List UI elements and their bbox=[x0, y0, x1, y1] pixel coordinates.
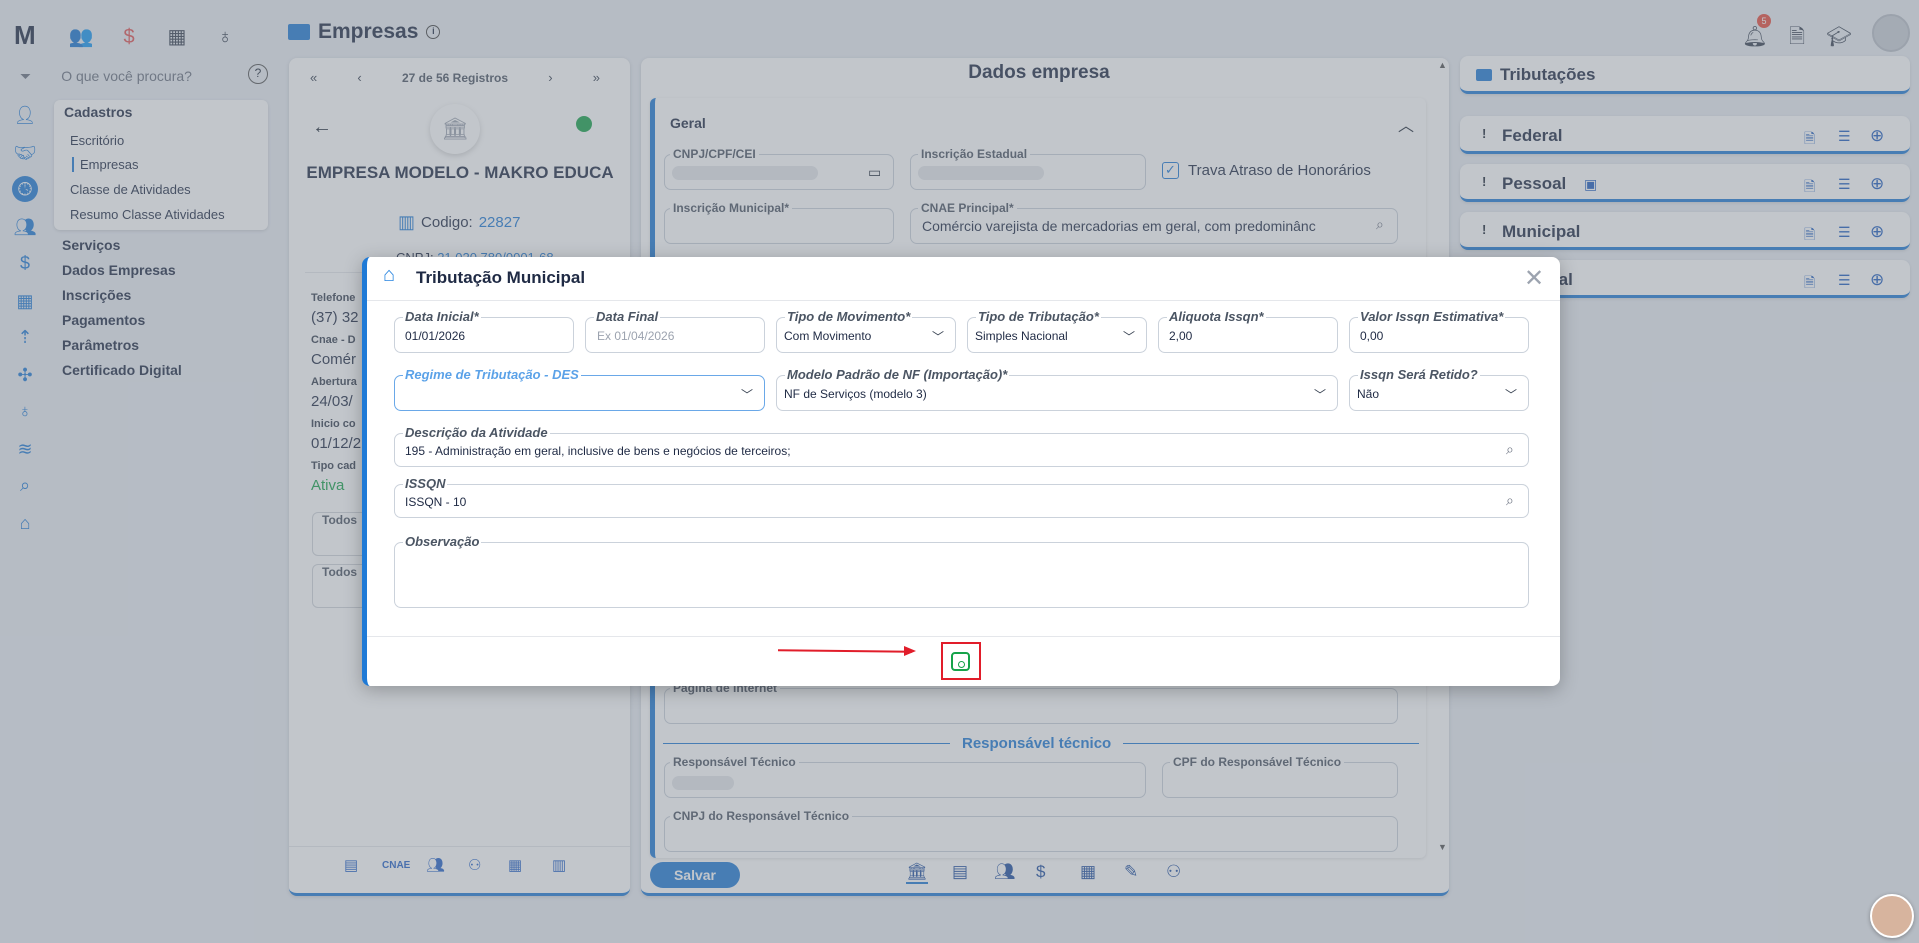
observacao-textarea[interactable] bbox=[394, 542, 1529, 608]
data-inicial-value: 01/01/2026 bbox=[405, 329, 466, 343]
tipo-movimento-label: Tipo de Movimento* bbox=[785, 309, 913, 324]
home-icon: ⌂ bbox=[383, 264, 396, 286]
regime-label: Regime de Tributação - DES bbox=[403, 367, 581, 382]
issqn-label: ISSQN bbox=[403, 476, 448, 491]
modelo-nf-label: Modelo Padrão de NF (Importação)* bbox=[785, 367, 1010, 382]
descricao-value: 195 - Administração em geral, inclusive … bbox=[405, 444, 791, 458]
annotation-arrow-head bbox=[904, 646, 916, 656]
tipo-movimento-value: Com Movimento bbox=[784, 329, 872, 343]
assistant-avatar[interactable] bbox=[1870, 894, 1914, 938]
observacao-label: Observação bbox=[403, 534, 482, 549]
chevron-down-icon[interactable]: ﹀ bbox=[1505, 386, 1517, 403]
save-icon[interactable] bbox=[951, 652, 970, 671]
modelo-nf-value: NF de Serviços (modelo 3) bbox=[784, 387, 927, 401]
aliquota-label: Aliquota Issqn* bbox=[1167, 309, 1266, 324]
issqn-search-icon[interactable]: ⌕ bbox=[1506, 492, 1514, 509]
modal-divider-top bbox=[367, 300, 1560, 301]
valor-estimativa-value: 0,00 bbox=[1360, 329, 1384, 343]
modal-title: Tributação Municipal bbox=[416, 268, 586, 287]
aliquota-value: 2,00 bbox=[1169, 329, 1193, 343]
chevron-down-icon[interactable]: ﹀ bbox=[932, 328, 944, 345]
data-inicial-label: Data Inicial* bbox=[403, 309, 481, 324]
chevron-down-icon[interactable]: ﹀ bbox=[1314, 386, 1326, 403]
issqn-value: ISSQN - 10 bbox=[405, 495, 467, 509]
descricao-label: Descrição da Atividade bbox=[403, 425, 550, 440]
issqn-retido-label: Issqn Será Retido? bbox=[1358, 367, 1480, 382]
tipo-tributacao-label: Tipo de Tributação* bbox=[976, 309, 1101, 324]
tipo-tributacao-value: Simples Nacional bbox=[975, 329, 1068, 343]
data-final-label: Data Final bbox=[594, 309, 661, 324]
valor-estimativa-label: Valor Issqn Estimativa* bbox=[1358, 309, 1506, 324]
chevron-down-icon[interactable]: ﹀ bbox=[741, 386, 753, 403]
chevron-down-icon[interactable]: ﹀ bbox=[1123, 328, 1135, 345]
issqn-retido-value: Não bbox=[1357, 387, 1380, 401]
data-final-placeholder: Ex 01/04/2026 bbox=[597, 329, 675, 343]
close-icon[interactable]: ✕ bbox=[1524, 264, 1544, 293]
descricao-search-icon[interactable]: ⌕ bbox=[1506, 441, 1514, 458]
issqn-field[interactable] bbox=[394, 484, 1529, 518]
modal-divider-bottom bbox=[367, 636, 1560, 637]
